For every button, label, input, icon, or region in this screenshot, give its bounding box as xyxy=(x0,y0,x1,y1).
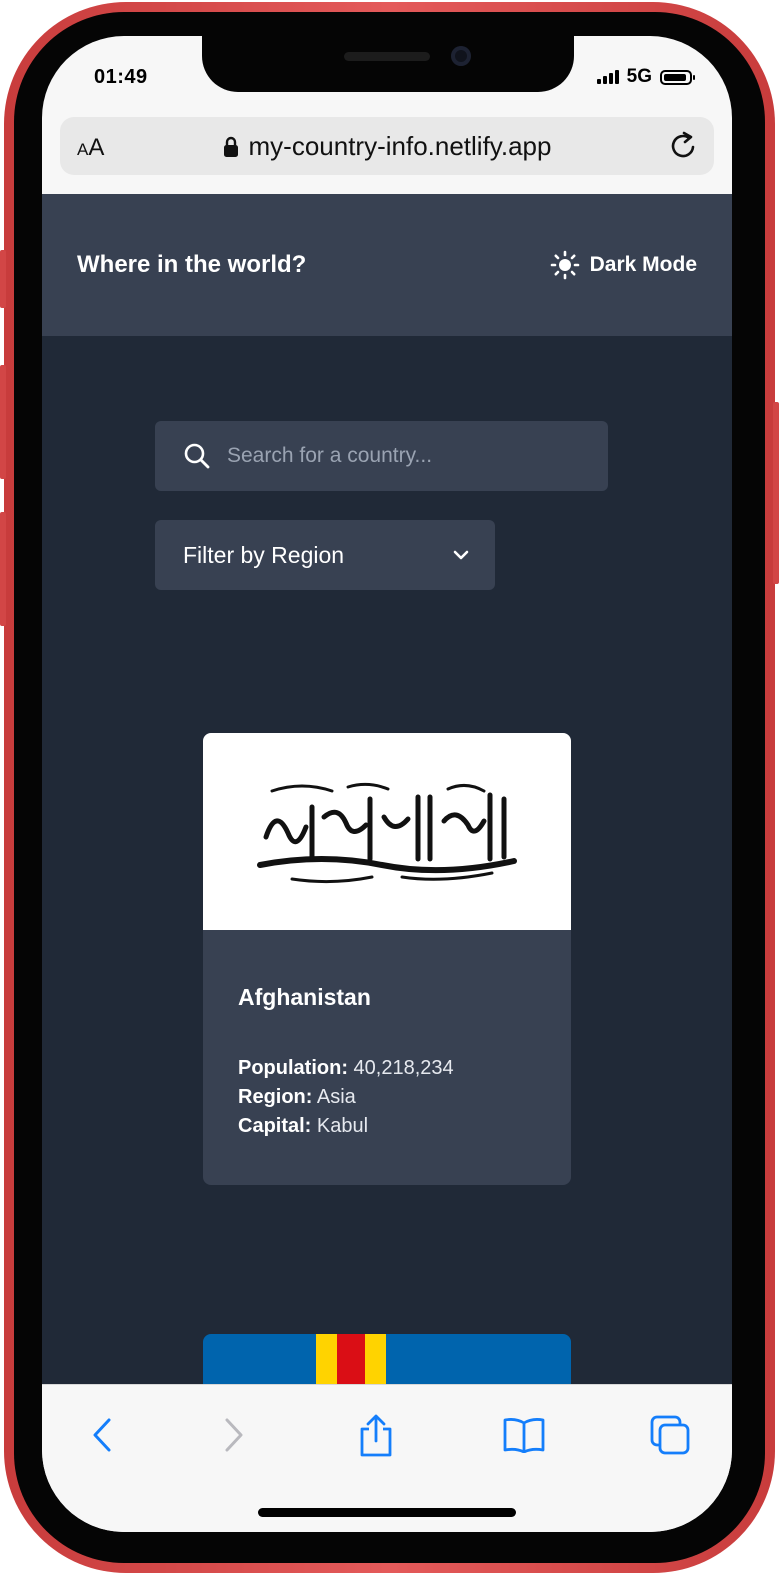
country-flag xyxy=(203,733,571,930)
status-indicators: 5G xyxy=(596,66,695,88)
forward-icon xyxy=(225,1418,243,1452)
region-filter-label: Filter by Region xyxy=(183,541,345,568)
phone-side-button xyxy=(0,250,6,308)
lock-icon xyxy=(223,136,238,157)
share-button[interactable] xyxy=(354,1413,398,1457)
capital-row: Capital: Kabul xyxy=(238,1112,536,1141)
forward-button[interactable] xyxy=(212,1413,256,1457)
country-card-next[interactable] xyxy=(203,1334,571,1384)
battery-level xyxy=(664,73,686,81)
back-icon xyxy=(93,1418,111,1452)
region-label: Region: xyxy=(238,1086,313,1108)
dark-mode-label: Dark Mode xyxy=(589,253,697,276)
status-time: 01:49 xyxy=(94,66,148,88)
phone-power-button xyxy=(773,402,779,584)
reload-icon[interactable] xyxy=(668,130,700,162)
home-indicator xyxy=(258,1508,516,1517)
phone-volume-up-button xyxy=(0,365,6,479)
bookmarks-button[interactable] xyxy=(502,1413,546,1457)
web-page: Where in the world? Dark Mode Search for… xyxy=(42,194,732,1384)
region-value: Asia xyxy=(316,1086,356,1108)
country-facts: Population: 40,218,234 Region: Asia Capi… xyxy=(238,1054,536,1141)
region-filter[interactable]: Filter by Region xyxy=(155,520,495,590)
country-name: Afghanistan xyxy=(238,984,371,1010)
capital-value: Kabul xyxy=(316,1115,369,1137)
tabs-icon xyxy=(650,1415,690,1455)
flag-cross-red xyxy=(337,1334,365,1384)
chevron-down-icon xyxy=(453,550,469,560)
url-text: my-country-info.netlify.app xyxy=(248,131,552,161)
speaker xyxy=(344,52,430,61)
url-display[interactable]: my-country-info.netlify.app xyxy=(60,131,714,162)
battery-icon xyxy=(660,69,695,85)
dark-mode-toggle[interactable]: Dark Mode xyxy=(550,250,697,280)
back-button[interactable] xyxy=(80,1413,124,1457)
sun-icon xyxy=(550,250,579,280)
population-value: 40,218,234 xyxy=(353,1057,454,1079)
afghanistan-flag-calligraphy xyxy=(257,782,517,883)
country-card[interactable]: Afghanistan Population: 40,218,234 Regio… xyxy=(203,733,571,1185)
tabs-button[interactable] xyxy=(648,1413,692,1457)
population-row: Population: 40,218,234 xyxy=(238,1054,536,1083)
region-row: Region: Asia xyxy=(238,1083,536,1112)
network-type: 5G xyxy=(626,66,652,87)
population-label: Population: xyxy=(238,1057,348,1079)
search-box[interactable] xyxy=(155,421,608,491)
country-card-body: Afghanistan Population: 40,218,234 Regio… xyxy=(203,984,571,1141)
site-title: Where in the world? xyxy=(77,251,307,278)
bookmarks-icon xyxy=(503,1418,545,1453)
capital-label: Capital: xyxy=(238,1115,312,1137)
share-icon xyxy=(360,1414,392,1457)
phone-screen: 01:49 5G AA my-country-info.netlify.app … xyxy=(42,36,732,1532)
search-icon xyxy=(184,443,210,469)
front-camera xyxy=(451,46,471,66)
notch xyxy=(202,36,574,92)
signal-icon xyxy=(596,70,619,84)
search-input[interactable] xyxy=(225,443,569,469)
site-header: Where in the world? Dark Mode xyxy=(42,194,732,336)
phone-volume-down-button xyxy=(0,512,6,626)
address-bar[interactable]: AA my-country-info.netlify.app xyxy=(60,117,714,175)
